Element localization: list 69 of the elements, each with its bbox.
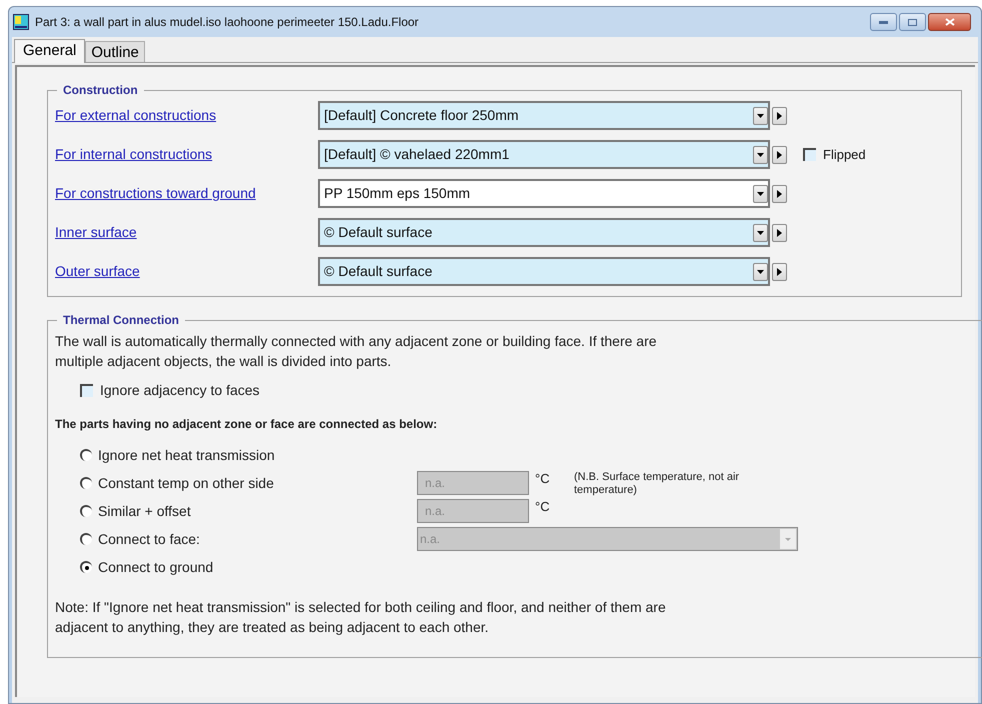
tab[interactable]: General [14,39,86,63]
window-title: Part 3: a wall part in alus mudel.iso laohoone perimeeter 150.Ladu.Floor [35,14,420,31]
radio-label: Connect to face: [98,530,200,548]
dropdown-value: [Default] Concrete floor 250mm [324,106,520,125]
dropdown-button[interactable] [753,262,768,280]
dropdown-value: © Default surface [324,262,434,281]
construction-dropdown[interactable]: © Default surface [318,257,770,286]
remark-text: (N.B. Surface temperature, not air temperature) [574,471,740,497]
radio-button[interactable] [80,449,92,461]
dropdown-button[interactable] [753,106,768,124]
construction-link[interactable]: Outer surface [55,261,318,282]
caret-icon [757,114,764,118]
close-button[interactable] [928,13,971,31]
dropdown-button[interactable] [753,224,768,242]
arrow-right-icon [777,268,782,276]
caret-icon [780,529,796,549]
group-title: Thermal Connection [62,312,180,329]
radio-button[interactable] [80,505,92,517]
construction-dropdown[interactable]: [Default] Concrete floor 250mm [318,101,770,130]
group-title: Construction [62,82,139,99]
tab[interactable]: Outline [85,41,145,62]
radio-button[interactable] [80,477,92,489]
construction-link[interactable]: For external constructions [55,105,318,126]
open-button[interactable] [772,262,787,280]
dropdown-value: © Default surface [324,223,434,242]
radio-label: Similar + offset [98,502,191,520]
arrow-right-icon [777,228,782,236]
caret-icon [757,192,764,196]
unit-label: °C [535,498,550,516]
caret-icon [757,152,764,156]
dropdown-value: n.a. [420,531,440,548]
section-heading: The parts having no adjacent zone or face are connected as below: [55,416,438,433]
dropdown-value: PP 150mm eps 150mm [324,184,472,203]
dropdown-button[interactable] [753,184,768,202]
arrow-right-icon [777,190,782,198]
dropdown-value: [Default] © vahelaed 220mm1 [324,145,510,164]
dropdown-button[interactable] [753,146,768,164]
app-icon [13,14,29,30]
radio-button[interactable] [80,533,92,545]
construction-link[interactable]: For constructions toward ground [55,183,318,204]
note-text: Note: If "Ignore net heat transmission" is selected for both ceiling and floor, and neither of them are adjacent to anything, they are treated as being adjacent to each other. [55,598,667,637]
caret-icon [757,270,764,274]
construction-dropdown[interactable]: [Default] © vahelaed 220mm1 [318,140,770,169]
arrow-right-icon [777,150,782,158]
radio-label: Constant temp on other side [98,474,274,493]
caret-icon [757,230,764,234]
arrow-right-icon [777,112,782,120]
open-button[interactable] [772,146,787,164]
construction-dropdown[interactable]: PP 150mm eps 150mm [318,179,770,208]
minimize-icon [879,20,888,24]
construction-link[interactable]: Inner surface [55,222,318,243]
open-button[interactable] [772,106,787,124]
checkbox-label: Flipped [823,146,866,164]
minimize-button[interactable] [870,13,897,31]
maximize-icon [908,18,917,26]
open-button[interactable] [772,224,787,242]
open-button[interactable] [772,184,787,202]
checkbox[interactable] [803,148,816,161]
radio-label: Connect to ground [98,558,214,577]
checkbox[interactable] [80,384,93,397]
construction-dropdown[interactable]: © Default surface [318,218,770,247]
radio-button[interactable] [80,561,92,573]
description-text: The wall is automatically thermally connected with any adjacent zone or building face. If there are multiple adjacent objects, the wall is divided into parts. [55,332,658,371]
close-icon [944,18,954,26]
construction-link[interactable]: For internal constructions [55,144,318,165]
radio-label: Ignore net heat transmission [98,446,275,465]
unit-label: °C [535,470,550,488]
checkbox-label: Ignore adjacency to faces [100,381,260,400]
maximize-button[interactable] [899,13,926,31]
